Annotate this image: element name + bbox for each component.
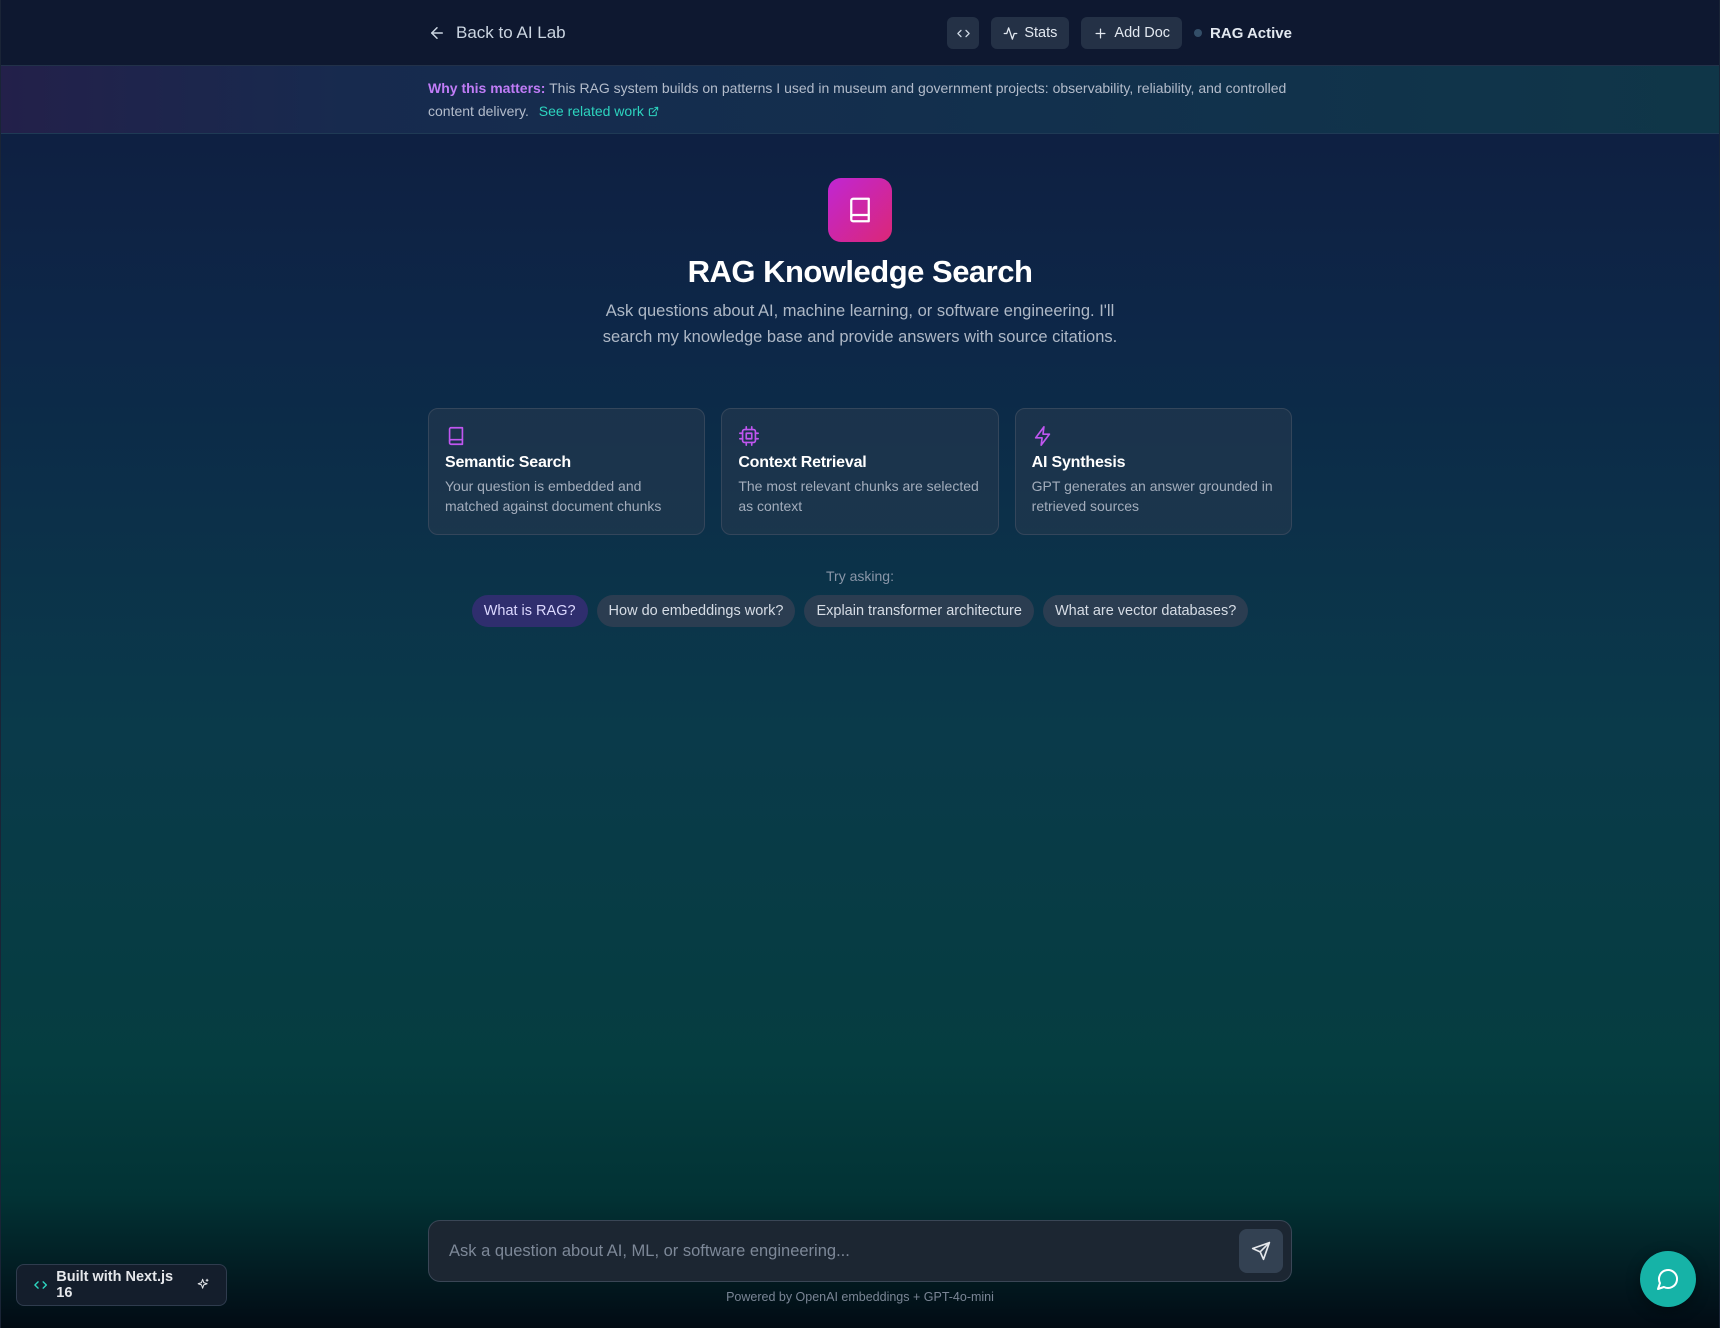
why-this-matters-banner: Why this matters: This RAG system builds… <box>0 66 1720 134</box>
question-input-bar <box>428 1220 1292 1282</box>
feature-card-context-retrieval: Context Retrieval The most relevant chun… <box>721 408 999 535</box>
code-icon <box>957 29 970 37</box>
banner-text: Why this matters: This RAG system builds… <box>428 77 1298 123</box>
add-doc-button-label: Add Doc <box>1114 25 1171 41</box>
suggestion-chip[interactable]: What are vector databases? <box>1042 595 1249 627</box>
page-title: RAG Knowledge Search <box>687 254 1033 289</box>
suggestion-chip[interactable]: How do embeddings work? <box>596 595 796 627</box>
message-circle-icon <box>1657 1269 1678 1290</box>
built-with-label: Built with Next.js 16 <box>56 1269 174 1301</box>
top-navbar-inner: Back to AI Lab Stats Add Doc RAG Active <box>428 0 1292 66</box>
top-actions: Stats Add Doc RAG Active <box>947 17 1292 49</box>
rag-status-indicator: RAG Active <box>1194 25 1292 42</box>
activity-icon <box>1003 26 1018 40</box>
banner-heading: Why this matters: <box>428 80 546 96</box>
feature-card-desc: GPT generates an answer grounded in retr… <box>1031 478 1273 514</box>
back-link-label: Back to AI Lab <box>456 23 566 42</box>
hero-book-badge <box>828 178 892 242</box>
built-with-badge[interactable]: Built with Next.js 16 <box>16 1264 227 1306</box>
feature-card-title: Context Retrieval <box>738 454 867 471</box>
external-link-icon <box>648 106 658 117</box>
question-input[interactable] <box>449 1241 1239 1261</box>
book-icon <box>448 426 464 446</box>
add-doc-button[interactable]: Add Doc <box>1081 17 1183 49</box>
page-subtitle: Ask questions about AI, machine learning… <box>602 302 1118 346</box>
back-to-ai-lab-link[interactable]: Back to AI Lab <box>428 23 566 43</box>
feature-card-title: AI Synthesis <box>1031 454 1126 471</box>
send-button[interactable] <box>1239 1229 1283 1273</box>
zap-icon <box>1034 426 1050 446</box>
status-dot <box>1194 29 1203 37</box>
chat-button[interactable] <box>1640 1251 1696 1307</box>
arrow-left-icon <box>431 27 443 39</box>
code-icon <box>34 1281 48 1289</box>
suggestion-chip[interactable]: What is RAG? <box>471 595 588 627</box>
feature-card-ai-synthesis: AI Synthesis GPT generates an answer gro… <box>1014 408 1292 535</box>
related-work-label: See related work <box>538 103 644 119</box>
cpu-icon <box>739 426 760 446</box>
top-navbar: Back to AI Lab Stats Add Doc RAG Active <box>0 0 1720 66</box>
plus-icon <box>1095 28 1106 38</box>
feature-card-desc: The most relevant chunks are selected as… <box>738 478 979 514</box>
stats-button-label: Stats <box>1024 25 1058 41</box>
feature-card-semantic-search: Semantic Search Your question is embedde… <box>428 408 706 535</box>
view-source-button[interactable] <box>947 17 980 49</box>
feature-card-desc: Your question is embedded and matched ag… <box>445 478 662 514</box>
send-icon <box>1251 1241 1271 1261</box>
rag-status-label: RAG Active <box>1210 24 1292 42</box>
powered-by-note: Powered by OpenAI embeddings + GPT-4o-mi… <box>726 1290 994 1304</box>
book-icon <box>850 197 870 223</box>
feature-card-title: Semantic Search <box>445 454 571 471</box>
suggested-questions: What is RAG? How do embeddings work? Exp… <box>0 595 1720 627</box>
see-related-work-link[interactable]: See related work <box>539 103 659 119</box>
feature-cards: Semantic Search Your question is embedde… <box>428 408 1292 535</box>
stats-button[interactable]: Stats <box>991 17 1070 49</box>
sparkles-icon <box>197 1278 209 1289</box>
try-asking-label: Try asking: <box>826 568 894 584</box>
suggestion-chip[interactable]: Explain transformer architecture <box>804 595 1034 627</box>
